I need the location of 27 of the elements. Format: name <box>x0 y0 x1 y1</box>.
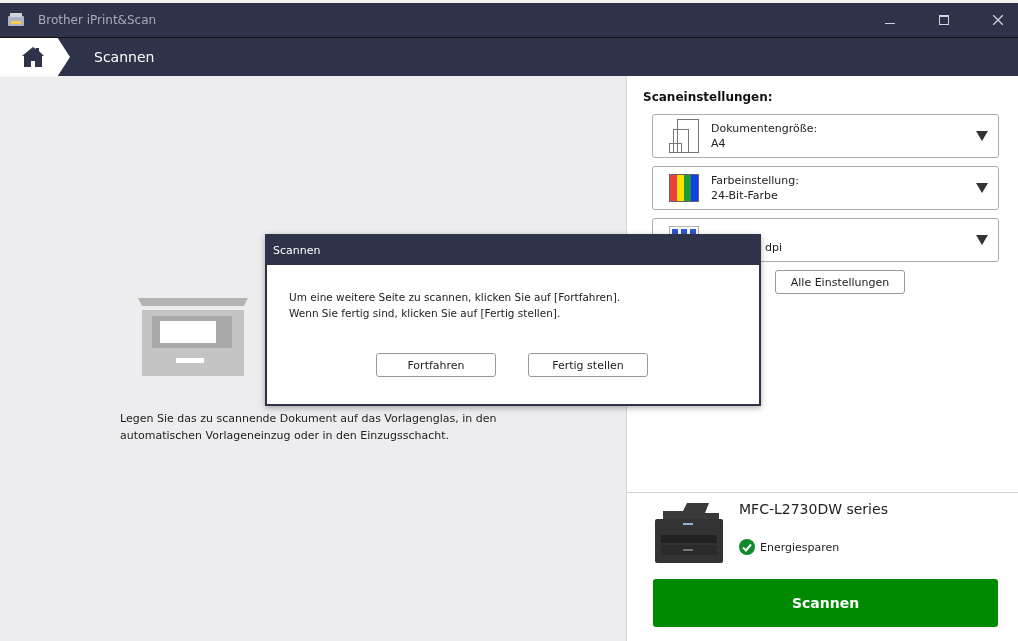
setting-label: Dokumentengröße: <box>711 121 819 136</box>
instruction-text: Legen Sie das zu scannende Dokument auf das Vorlagenglas, in den automatischen Vorlageneinzug oder in den Einzugsschacht. <box>120 411 498 444</box>
device-name: MFC-L2730DW series <box>739 501 888 517</box>
dropdown-caret-icon <box>976 183 988 193</box>
setting-dropdown[interactable]: Farbeinstellung: 24-Bit-Farbe <box>652 166 999 210</box>
home-icon <box>22 47 44 67</box>
setting-value: A4 <box>711 136 727 151</box>
setting-value: dpi <box>764 240 784 255</box>
dropdown-caret-icon <box>976 235 988 245</box>
scan-button[interactable]: Scannen <box>653 579 998 627</box>
all-settings-button[interactable]: Alle Einstellungen <box>775 270 905 294</box>
device-status: Energiesparen <box>760 540 840 554</box>
scanner-app-icon <box>8 13 24 27</box>
dialog-button[interactable]: Fertig stellen <box>528 353 648 377</box>
dialog-title: Scannen <box>267 236 759 265</box>
setting-value: 24-Bit-Farbe <box>711 188 779 203</box>
home-button[interactable] <box>0 37 70 77</box>
page-size-icon <box>669 119 699 153</box>
window-title: Brother iPrint&Scan <box>38 13 158 27</box>
page-title: Scannen <box>94 49 155 65</box>
color-bars-icon <box>669 174 699 202</box>
dropdown-caret-icon <box>976 131 988 141</box>
dialog-button[interactable]: Fortfahren <box>376 353 496 377</box>
dialog-message: Um eine weitere Seite zu scannen, klicken Sie auf [Fortfahren]. Wenn Sie fertig sind, klicken Sie auf [Fertig stellen]. <box>289 290 622 321</box>
settings-heading: Scaneinstellungen: <box>643 90 774 104</box>
setting-label: Farbeinstellung: <box>711 173 800 188</box>
setting-dropdown[interactable]: Dokumentengröße: A4 <box>652 114 999 158</box>
